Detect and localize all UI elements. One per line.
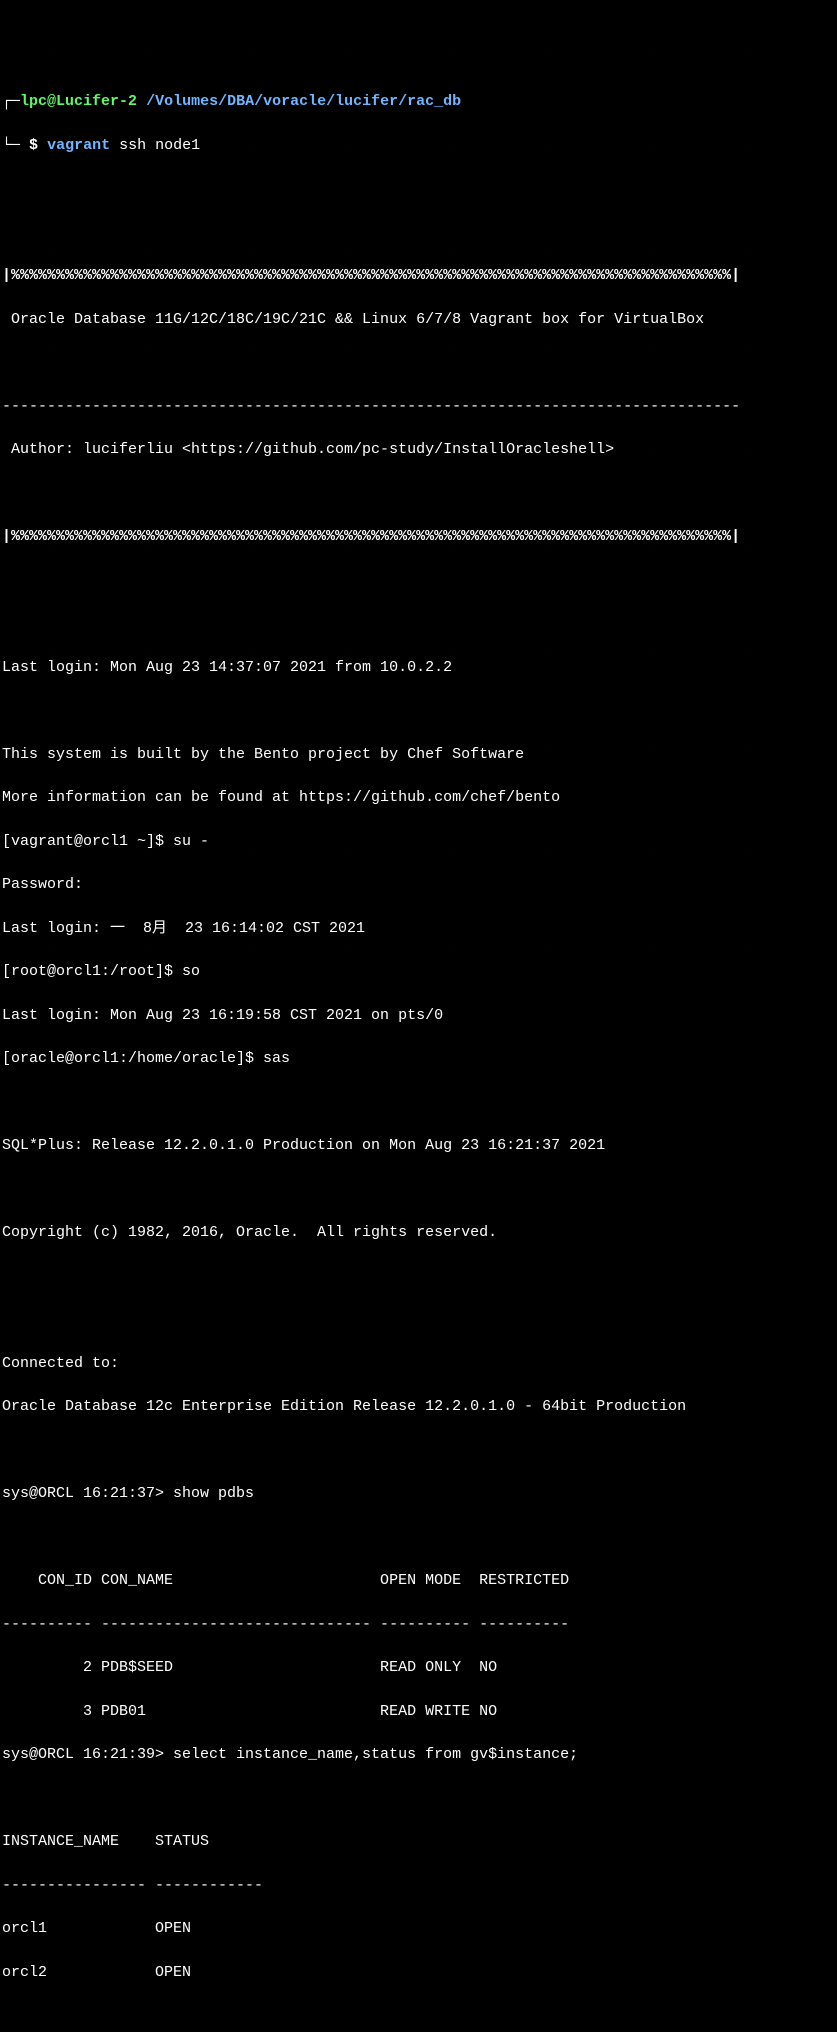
sqlplus-banner: SQL*Plus: Release 12.2.0.1.0 Production … [2, 1135, 835, 1157]
password-prompt[interactable]: Password: [2, 874, 835, 896]
inst-divider: ---------------- ------------ [2, 1875, 835, 1897]
bento-line1: This system is built by the Bento projec… [2, 744, 835, 766]
vagrant-prompt[interactable]: [vagrant@orcl1 ~]$ su - [2, 831, 835, 853]
blank [2, 570, 835, 592]
prompt-arrow-icon: ┌─ [2, 93, 20, 110]
copyright: Copyright (c) 1982, 2016, Oracle. All ri… [2, 1222, 835, 1244]
prompt-arrow2-icon: └─ [2, 137, 20, 154]
blank [2, 483, 835, 505]
blank [2, 1788, 835, 1810]
blank [2, 222, 835, 244]
pdb-divider: ---------- -----------------------------… [2, 1614, 835, 1636]
prompt-symbol: $ [29, 137, 38, 154]
sql-prompt-2[interactable]: sys@ORCL 16:21:39> select instance_name,… [2, 1744, 835, 1766]
blank [2, 700, 835, 722]
blank [2, 352, 835, 374]
shell-line-1: ┌─lpc@Lucifer-2 /Volumes/DBA/voracle/luc… [2, 91, 835, 113]
sql-prompt-1[interactable]: sys@ORCL 16:21:37> show pdbs [2, 1483, 835, 1505]
bento-line2: More information can be found at https:/… [2, 787, 835, 809]
banner-dashes: ----------------------------------------… [2, 396, 835, 418]
blank [2, 178, 835, 200]
banner-author: Author: luciferliu <https://github.com/p… [2, 439, 835, 461]
blank [2, 1092, 835, 1114]
prompt-user: lpc@Lucifer-2 [20, 93, 137, 110]
table-row: 3 PDB01 READ WRITE NO [2, 1701, 835, 1723]
table-row: orcl2 OPEN [2, 1962, 835, 1984]
shell-line-2[interactable]: └─ $ vagrant ssh node1 [2, 135, 835, 157]
blank [2, 1179, 835, 1201]
blank [2, 613, 835, 635]
inst-header: INSTANCE_NAME STATUS [2, 1831, 835, 1853]
banner-border-bottom: |%%%%%%%%%%%%%%%%%%%%%%%%%%%%%%%%%%%%%%%… [2, 526, 835, 548]
table-row: 2 PDB$SEED READ ONLY NO [2, 1657, 835, 1679]
banner-title: Oracle Database 11G/12C/18C/19C/21C && L… [2, 309, 835, 331]
pdb-header: CON_ID CON_NAME OPEN MODE RESTRICTED [2, 1570, 835, 1592]
blank [2, 1527, 835, 1549]
db-banner: Oracle Database 12c Enterprise Edition R… [2, 1396, 835, 1418]
table-row: orcl1 OPEN [2, 1918, 835, 1940]
blank [2, 2005, 835, 2027]
oracle-lastlogin: Last login: Mon Aug 23 16:19:58 CST 2021… [2, 1005, 835, 1027]
connected-to: Connected to: [2, 1353, 835, 1375]
banner-border-top: |%%%%%%%%%%%%%%%%%%%%%%%%%%%%%%%%%%%%%%%… [2, 265, 835, 287]
oracle-prompt[interactable]: [oracle@orcl1:/home/oracle]$ sas [2, 1048, 835, 1070]
cmd-vagrant: vagrant [47, 137, 110, 154]
cmd-args: ssh node1 [110, 137, 200, 154]
blank [2, 1266, 835, 1288]
root-lastlogin: Last login: 一 8月 23 16:14:02 CST 2021 [2, 918, 835, 940]
blank [2, 1309, 835, 1331]
root-prompt[interactable]: [root@orcl1:/root]$ so [2, 961, 835, 983]
last-login-host: Last login: Mon Aug 23 14:37:07 2021 fro… [2, 657, 835, 679]
prompt-path: /Volumes/DBA/voracle/lucifer/rac_db [146, 93, 461, 110]
blank [2, 1440, 835, 1462]
